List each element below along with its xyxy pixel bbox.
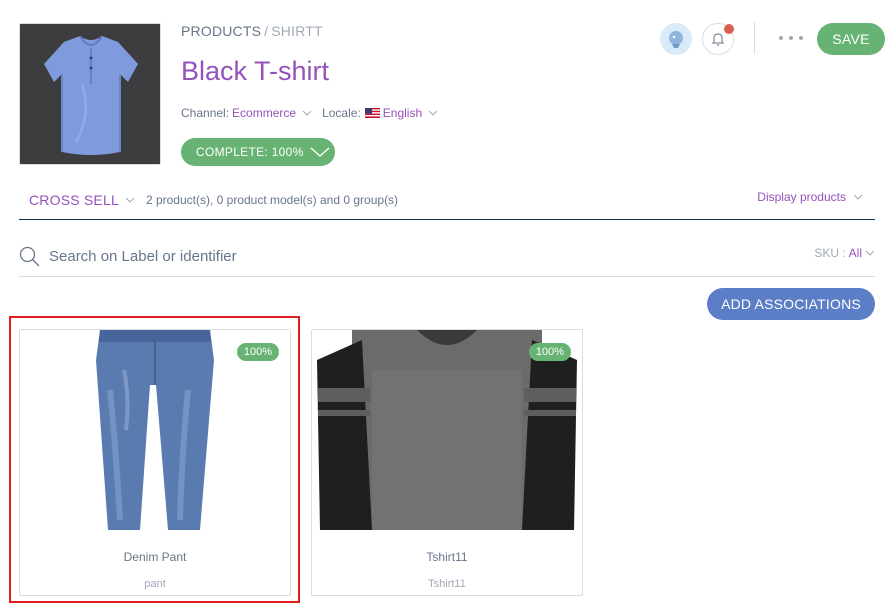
sku-filter-label: SKU : [814, 246, 846, 260]
bell-icon [711, 33, 725, 46]
display-products-dropdown[interactable]: Display products [757, 190, 863, 204]
us-flag-icon [364, 108, 380, 118]
search-bar: SKU : All [19, 236, 875, 277]
locale-dropdown[interactable]: English [383, 106, 422, 120]
breadcrumb-current: SHIRTT [271, 23, 323, 39]
association-type-dropdown[interactable]: CROSS SELL [29, 192, 119, 208]
breadcrumb-root[interactable]: PRODUCTS [181, 23, 261, 39]
more-options-icon[interactable] [779, 30, 803, 46]
association-summary: 2 product(s), 0 product model(s) and 0 g… [145, 192, 399, 207]
product-identifier: Tshirt11 [428, 578, 466, 590]
chevron-down-icon[interactable] [302, 108, 312, 118]
chevron-down-icon [853, 194, 863, 200]
user-avatar-icon [669, 31, 683, 48]
search-input[interactable] [49, 247, 549, 265]
notification-dot [724, 24, 734, 34]
channel-dropdown[interactable]: Ecommerce [232, 106, 296, 120]
locale-label: Locale: [322, 106, 361, 120]
channel-label: Channel: [181, 106, 230, 120]
sku-filter[interactable]: SKU : All [814, 246, 875, 260]
product-card[interactable]: 100% Tshirt11 Tshirt11 [311, 329, 583, 596]
breadcrumb-separator: / [264, 23, 269, 39]
chevron-down-icon[interactable] [428, 108, 438, 118]
completeness-label: COMPLETE: 100% [196, 145, 304, 159]
search-icon [19, 246, 40, 266]
sku-filter-value: All [848, 246, 862, 260]
completeness-badge: 100% [528, 343, 571, 361]
add-associations-button[interactable]: ADD ASSOCIATIONS [707, 288, 875, 320]
header-divider [754, 22, 755, 54]
completeness-dropdown[interactable]: COMPLETE: 100% [181, 138, 335, 166]
product-thumbnail[interactable] [19, 23, 161, 165]
product-label: Tshirt11 [426, 550, 468, 564]
breadcrumb: PRODUCTS / SHIRTT [181, 23, 323, 39]
display-products-label: Display products [757, 190, 846, 204]
chevron-down-icon [865, 250, 875, 256]
chevron-down-icon[interactable] [125, 195, 135, 205]
notifications-button[interactable] [702, 23, 734, 55]
context-switcher: Channel: Ecommerce Locale: English [181, 106, 448, 120]
association-type-bar: CROSS SELL 2 product(s), 0 product model… [19, 180, 875, 220]
page-title: Black T-shirt [181, 56, 330, 86]
avatar[interactable] [660, 23, 692, 55]
shirt-image [20, 24, 160, 164]
chevron-down-icon [310, 147, 330, 157]
selection-highlight [9, 316, 300, 603]
save-button[interactable]: SAVE [817, 23, 885, 55]
